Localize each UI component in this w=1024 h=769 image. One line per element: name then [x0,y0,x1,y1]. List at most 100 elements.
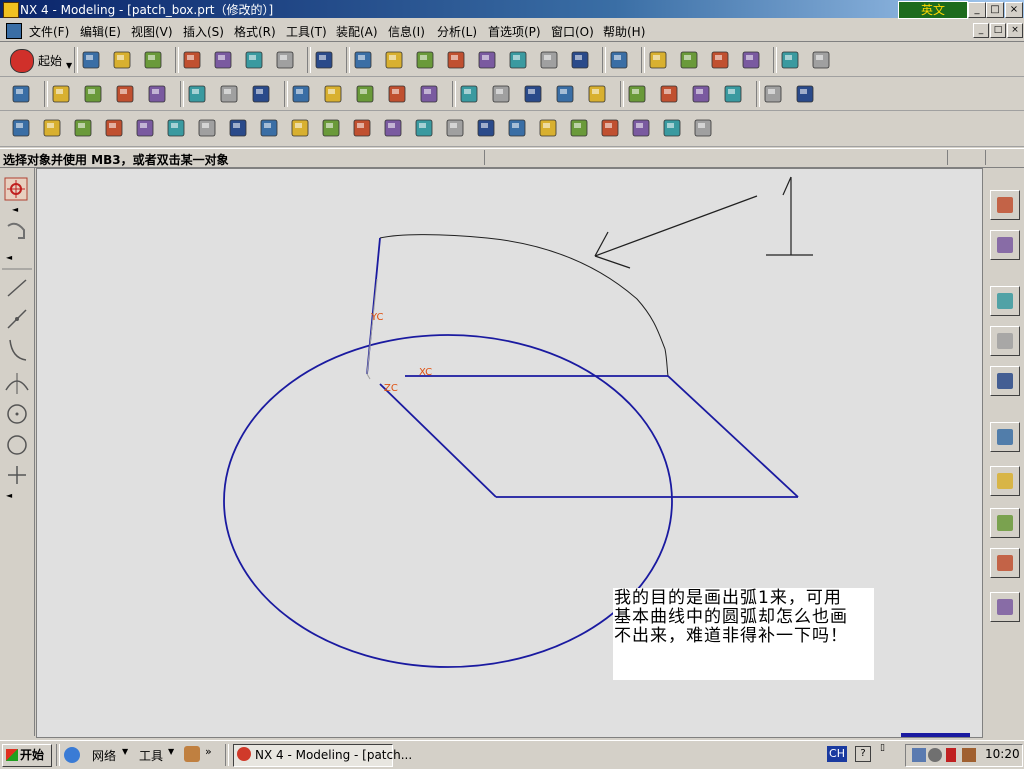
part-navigator-icon[interactable] [10,117,32,139]
surface-mesh-icon[interactable] [626,83,648,105]
undo-icon[interactable] [274,49,296,71]
boolean-icon[interactable] [186,83,208,105]
network-tray-icon[interactable] [912,748,926,762]
selection-filter-icon[interactable] [647,49,669,71]
zoom-icon[interactable] [414,49,436,71]
menu-file[interactable]: 文件(F) [29,23,69,40]
arc-tool-icon[interactable] [9,339,27,361]
wcs-icon[interactable] [41,117,63,139]
globe-icon[interactable] [630,117,652,139]
layer-settings-icon[interactable] [740,49,762,71]
cube-view-icon[interactable] [103,117,125,139]
minimize-button[interactable]: _ [968,2,986,18]
palette-icon[interactable] [990,466,1020,496]
revolve-icon[interactable] [114,83,136,105]
law-extension-icon[interactable] [762,83,784,105]
maximize-button[interactable]: □ [986,2,1004,18]
close-button[interactable]: × [1005,2,1023,18]
doc-close-button[interactable]: × [1007,23,1023,38]
chamfer-icon[interactable] [250,83,272,105]
annotation-icon[interactable] [351,117,373,139]
table-icon[interactable] [475,117,497,139]
menu-insert[interactable]: 插入(S) [183,23,224,40]
offset-icon[interactable] [354,83,376,105]
line-tool-icon[interactable] [7,279,27,297]
rotate-icon[interactable] [476,49,498,71]
more-chevron-icon[interactable]: » [205,745,212,758]
ime-help-icon[interactable]: ? [855,746,871,762]
doc-restore-button[interactable]: □ [990,23,1006,38]
antivirus-tray-icon[interactable] [946,748,956,762]
menu-information[interactable]: 信息(I) [388,23,425,40]
network-dropdown-icon[interactable]: ▼ [122,747,128,756]
cylinder-icon[interactable] [692,117,714,139]
fit-view-icon[interactable] [352,49,374,71]
swept-icon[interactable] [690,83,712,105]
title-bar[interactable]: NX 4 - Modeling - [patch_box.prt（修改的）] 英… [0,0,1024,19]
layers-icon[interactable] [227,117,249,139]
tools-icon[interactable] [196,117,218,139]
nx-app-icon[interactable] [3,2,19,18]
clock[interactable]: 10:20 [985,747,1020,761]
network-toolbar-label[interactable]: 网络 [92,747,116,764]
through-curves-icon[interactable] [658,83,680,105]
gdt-icon[interactable] [320,117,342,139]
bounded-plane-icon[interactable] [794,83,816,105]
save-icon[interactable] [142,49,164,71]
menu-analysis[interactable]: 分析(L) [437,23,477,40]
shaded-cube-icon[interactable] [569,49,591,71]
curve-tool-icon[interactable] [7,222,25,239]
ime-code-badge[interactable]: CH [827,746,847,762]
command-finder-icon[interactable] [313,49,335,71]
line-icon[interactable] [490,83,512,105]
render-style-icon[interactable] [608,49,630,71]
rectangle-icon[interactable] [458,83,480,105]
system-materials-icon[interactable] [990,592,1020,622]
doc-minimize-button[interactable]: _ [973,23,989,38]
process-studio-icon[interactable] [990,508,1020,538]
people-icon[interactable] [184,746,200,762]
ime-status-badge[interactable]: 英文 [898,1,968,19]
edge-blend-icon[interactable] [218,83,240,105]
tools-toolbar-label[interactable]: 工具 [139,747,163,764]
open-folder-icon[interactable] [111,49,133,71]
shell-icon[interactable] [290,83,312,105]
measure-distance-icon[interactable] [779,49,801,71]
circle-center-icon[interactable] [7,404,27,424]
trim-body-icon[interactable] [386,83,408,105]
web-browser-icon[interactable] [990,286,1020,316]
draft-icon[interactable] [322,83,344,105]
extrude-icon[interactable] [82,83,104,105]
document-icon[interactable] [6,23,22,39]
copy-icon[interactable] [212,49,234,71]
export-icon[interactable] [537,117,559,139]
diagonal-line[interactable] [379,383,497,498]
mold-icon[interactable] [165,117,187,139]
eye-icon[interactable] [661,117,683,139]
slanted-line[interactable] [667,375,799,498]
section-icon[interactable] [134,117,156,139]
start-button[interactable]: 起始 [38,52,62,69]
fillet-curve-icon[interactable] [586,83,608,105]
menu-assemblies[interactable]: 装配(A) [336,23,378,40]
dimension-icon[interactable] [289,117,311,139]
ie-quicklaunch-icon[interactable] [64,747,80,763]
menu-preferences[interactable]: 首选项(P) [488,23,541,40]
tools-dropdown-icon[interactable]: ▼ [168,747,174,756]
assembly-icon[interactable] [506,117,528,139]
paste-icon[interactable] [243,49,265,71]
point-constructor-icon[interactable] [678,49,700,71]
display-icon[interactable] [599,117,621,139]
menu-view[interactable]: 视图(V) [131,23,173,40]
nx-task-button[interactable]: NX 4 - Modeling - [patch... [233,744,412,767]
start-icon[interactable] [10,49,34,73]
pan-icon[interactable] [445,49,467,71]
grid-icon[interactable] [568,117,590,139]
point-tool-icon[interactable] [8,466,26,484]
start-menu-button[interactable]: 开始 [2,744,52,767]
profile-icon[interactable] [554,83,576,105]
menu-edit[interactable]: 编辑(E) [80,23,121,40]
new-file-icon[interactable] [80,49,102,71]
training-icon[interactable] [990,326,1020,356]
snap-view-icon[interactable] [507,49,529,71]
